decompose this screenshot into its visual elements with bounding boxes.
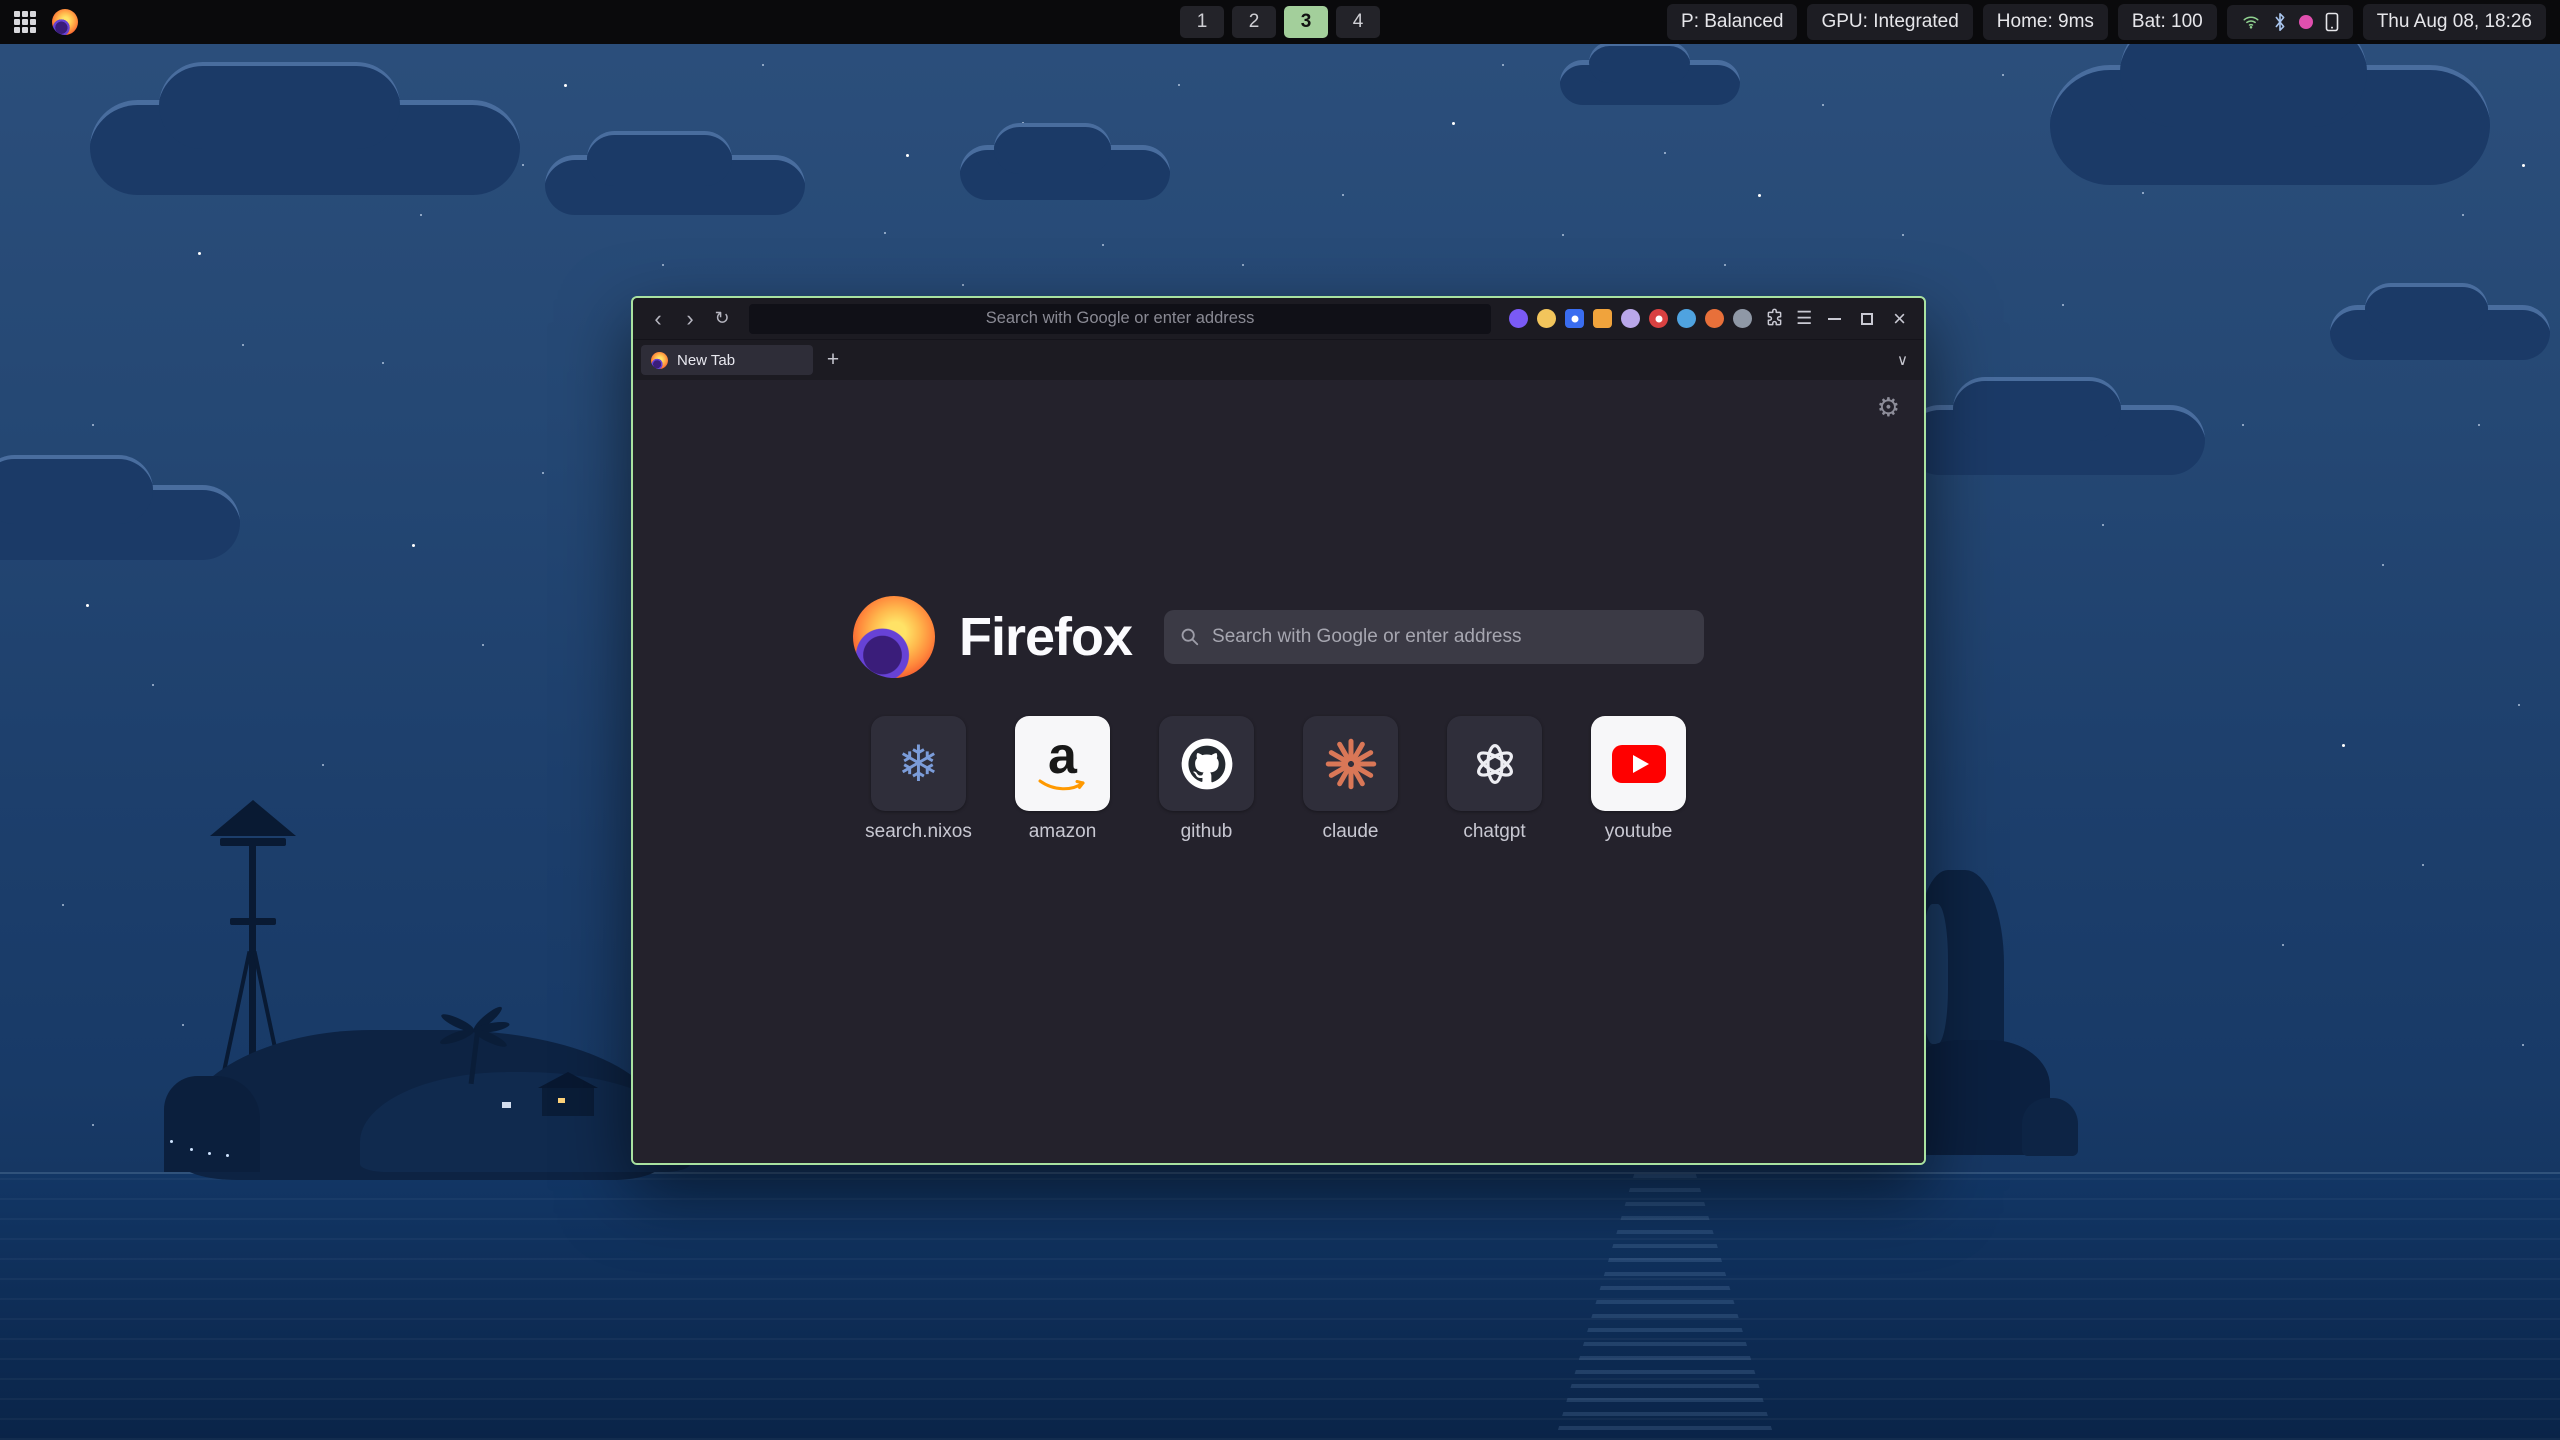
gpu-status: GPU: Integrated	[1807, 4, 1972, 40]
firefox-wordmark: Firefox	[959, 606, 1132, 668]
status-bar: 1 2 3 4 P: Balanced GPU: Integrated Home…	[0, 0, 2560, 44]
maximize-button[interactable]	[1861, 313, 1873, 325]
cloud	[1560, 60, 1740, 105]
newtab-page: ⚙ Firefox ❄ search.nixos	[633, 380, 1924, 1163]
firefox-logo	[853, 596, 935, 678]
menu-hamburger-icon[interactable]: ☰	[1790, 305, 1818, 333]
workspace-4[interactable]: 4	[1336, 6, 1380, 38]
power-profile-status: P: Balanced	[1667, 4, 1797, 40]
forward-button[interactable]: ›	[675, 304, 705, 334]
ext-red-icon[interactable]	[1649, 309, 1668, 328]
nixos-snowflake-icon: ❄	[898, 739, 940, 789]
tab-overflow-chevron-icon[interactable]: ∨	[1897, 351, 1916, 369]
wifi-icon	[2241, 13, 2261, 31]
minimize-button[interactable]	[1828, 318, 1841, 320]
clock: Thu Aug 08, 18:26	[2363, 4, 2546, 40]
ext-yellow-crescent-icon[interactable]	[1537, 309, 1556, 328]
tab-bar: New Tab + ∨	[633, 340, 1924, 380]
newtab-hero: Firefox	[633, 596, 1924, 678]
shortcut-youtube[interactable]: youtube	[1591, 716, 1686, 843]
cloud	[545, 155, 805, 215]
reload-button[interactable]: ↻	[707, 304, 737, 334]
firefox-window: ‹ › ↻ ☰ ×	[631, 296, 1926, 1165]
youtube-logo-icon	[1612, 745, 1666, 783]
window-controls: ×	[1828, 308, 1914, 330]
new-tab-button[interactable]: +	[819, 346, 847, 374]
tab-new-tab[interactable]: New Tab	[641, 345, 813, 375]
extension-toolbar	[1509, 309, 1752, 328]
cloud	[90, 100, 520, 195]
shortcut-row: ❄ search.nixos a amazon	[633, 716, 1924, 843]
cloud	[0, 485, 240, 560]
shortcut-amazon[interactable]: a amazon	[1015, 716, 1110, 843]
tablet-icon	[2325, 12, 2339, 32]
apps-grid-icon[interactable]	[14, 11, 36, 33]
github-logo-icon	[1179, 736, 1235, 792]
firefox-launcher-icon[interactable]	[52, 9, 78, 35]
workspace-1[interactable]: 1	[1180, 6, 1224, 38]
url-bar[interactable]	[749, 304, 1491, 334]
newtab-search-bar[interactable]	[1164, 610, 1704, 664]
ext-orange-icon[interactable]	[1705, 309, 1724, 328]
indicator-icon	[2299, 15, 2313, 29]
ext-purple-icon[interactable]	[1509, 309, 1528, 328]
search-icon	[1180, 627, 1200, 647]
close-button[interactable]: ×	[1893, 308, 1906, 330]
cloud	[1905, 405, 2205, 475]
sea	[0, 1172, 2560, 1440]
chatgpt-logo-icon	[1469, 738, 1521, 790]
navigation-toolbar: ‹ › ↻ ☰ ×	[633, 298, 1924, 340]
ext-gray-icon[interactable]	[1733, 309, 1752, 328]
newtab-search-input[interactable]	[1212, 626, 1688, 648]
claude-logo-icon	[1325, 738, 1377, 790]
settings-gear-icon[interactable]: ⚙	[1877, 392, 1900, 423]
ext-blue-icon[interactable]	[1565, 309, 1584, 328]
amazon-logo-icon: a	[1037, 734, 1089, 793]
shortcut-search-nixos[interactable]: ❄ search.nixos	[871, 716, 966, 843]
ext-lavender-icon[interactable]	[1621, 309, 1640, 328]
battery-status: Bat: 100	[2118, 4, 2217, 40]
url-input[interactable]	[749, 309, 1491, 328]
tab-title: New Tab	[677, 352, 735, 369]
shortcut-chatgpt[interactable]: chatgpt	[1447, 716, 1542, 843]
ext-orange-box-icon[interactable]	[1593, 309, 1612, 328]
ext-teal-icon[interactable]	[1677, 309, 1696, 328]
workspace-3-active[interactable]: 3	[1284, 6, 1328, 38]
ping-status: Home: 9ms	[1983, 4, 2108, 40]
extensions-puzzle-icon[interactable]	[1760, 305, 1788, 333]
back-button[interactable]: ‹	[643, 304, 673, 334]
cloud	[2330, 305, 2550, 360]
workspace-switcher: 1 2 3 4	[1180, 6, 1380, 38]
shortcut-claude[interactable]: claude	[1303, 716, 1398, 843]
workspace-2[interactable]: 2	[1232, 6, 1276, 38]
tab-favicon-firefox	[651, 352, 668, 369]
cloud	[960, 145, 1170, 200]
shortcut-github[interactable]: github	[1159, 716, 1254, 843]
bluetooth-icon	[2273, 12, 2287, 32]
rock-silhouette	[1900, 850, 2090, 1172]
tray-icons	[2227, 5, 2353, 39]
cloud	[2050, 65, 2490, 185]
